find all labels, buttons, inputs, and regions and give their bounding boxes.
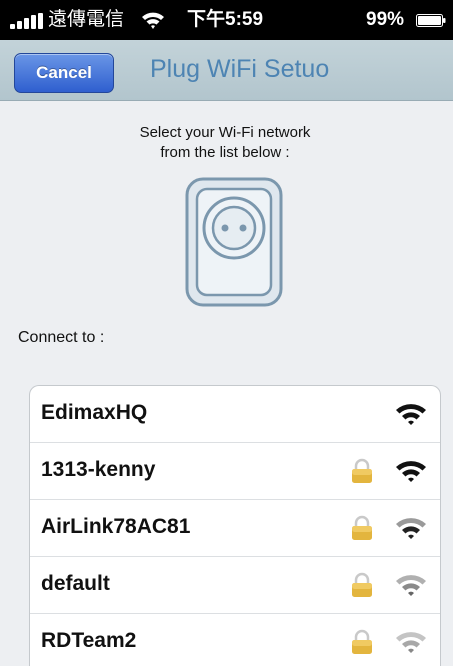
- carrier-name: 遠傳電信: [48, 9, 125, 30]
- instruction-text: Select your Wi-Fi network from the list …: [60, 123, 390, 163]
- network-list: EdimaxHQ 1313-kenny AirLink78AC81 defaul…: [29, 385, 441, 666]
- navigation-bar: Cancel Plug WiFi Setuo: [0, 40, 453, 101]
- network-row[interactable]: AirLink78AC81: [30, 500, 440, 557]
- network-name: RDTeam2: [41, 629, 137, 652]
- network-row[interactable]: RDTeam2: [30, 614, 440, 666]
- network-row[interactable]: 1313-kenny: [30, 443, 440, 500]
- network-name: default: [41, 572, 110, 595]
- network-row[interactable]: EdimaxHQ: [30, 386, 440, 443]
- network-row[interactable]: default: [30, 557, 440, 614]
- page-title: Plug WiFi Setuo: [150, 55, 330, 83]
- network-name: 1313-kenny: [41, 458, 156, 481]
- wifi-signal-weak-icon: [396, 575, 426, 596]
- instruction-line-2: from the list below :: [160, 144, 290, 161]
- lock-icon: [352, 572, 372, 597]
- battery-percentage: 99%: [366, 9, 405, 30]
- lock-icon: [352, 515, 372, 540]
- lock-icon: [352, 629, 372, 654]
- wifi-signal-strong-icon: [396, 461, 426, 482]
- network-name: EdimaxHQ: [41, 401, 148, 424]
- cell-signal-icon: [10, 13, 48, 29]
- instruction-line-1: Select your Wi-Fi network: [139, 124, 311, 141]
- wifi-status-icon: [142, 12, 164, 29]
- cancel-button[interactable]: Cancel: [14, 53, 114, 93]
- battery-icon: [416, 14, 446, 27]
- wifi-signal-weak-icon: [396, 632, 426, 653]
- status-bar: 遠傳電信 下午5:59 99%: [0, 0, 453, 40]
- connect-to-label: Connect to :: [18, 329, 105, 346]
- status-time: 下午5:59: [187, 9, 264, 30]
- smart-plug-icon: [185, 177, 283, 307]
- network-name: AirLink78AC81: [41, 515, 191, 538]
- wifi-signal-strong-icon: [396, 404, 426, 425]
- wifi-signal-good-icon: [396, 518, 426, 539]
- lock-icon: [352, 458, 372, 483]
